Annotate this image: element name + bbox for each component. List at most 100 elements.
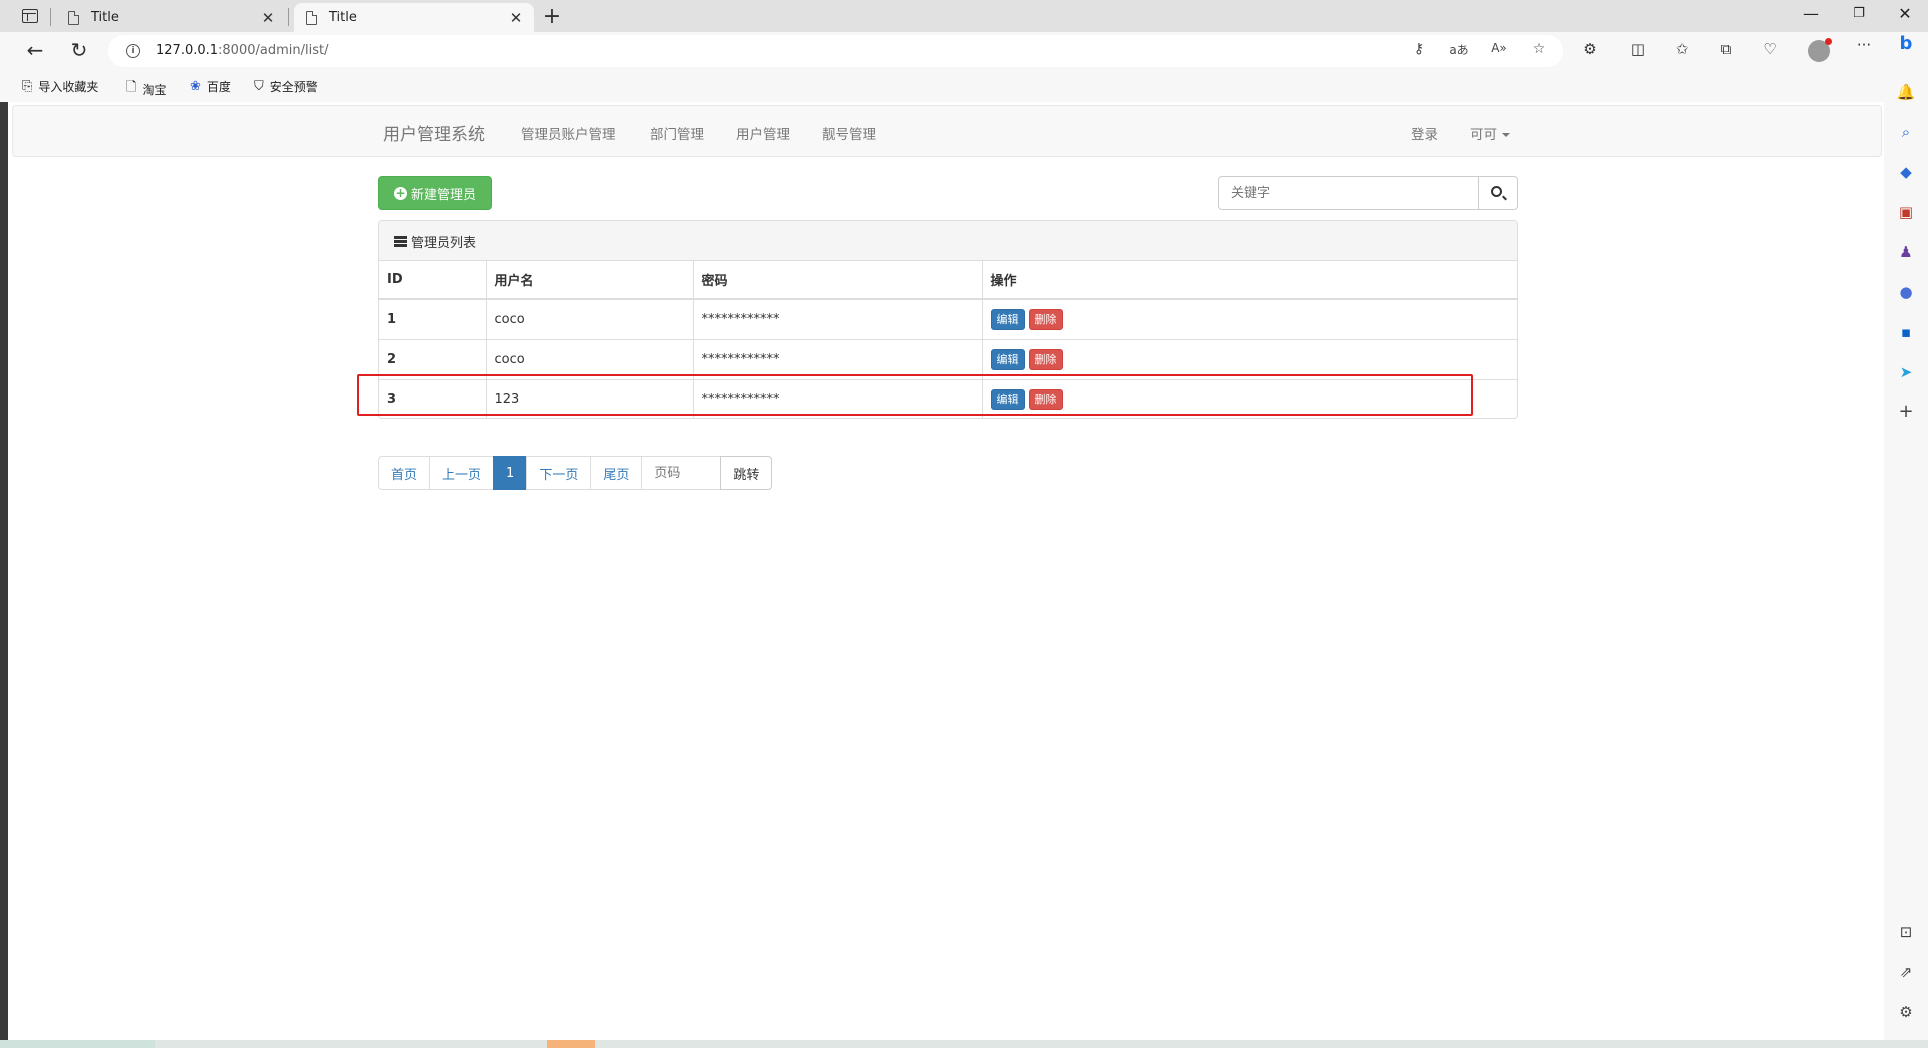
performance-icon[interactable]: ♡ bbox=[1758, 40, 1782, 58]
search-icon bbox=[1491, 186, 1502, 197]
tab-actions-icon[interactable] bbox=[20, 7, 40, 25]
screenshot-icon[interactable]: ⊡ bbox=[1896, 922, 1916, 942]
page-last-link[interactable]: 尾页 bbox=[590, 456, 643, 490]
table-row: 2 coco ************ 编辑 删除 bbox=[379, 338, 1517, 379]
restore-icon[interactable]: ❐ bbox=[1844, 6, 1874, 21]
read-aloud-icon[interactable]: A» bbox=[1488, 41, 1510, 55]
bookmark-taobao[interactable]: 🗋 淘宝 bbox=[126, 78, 166, 100]
column-header-password: 密码 bbox=[692, 261, 982, 300]
edit-button[interactable]: 编辑 bbox=[990, 308, 1025, 330]
add-icon[interactable]: + bbox=[1896, 402, 1916, 422]
bell-icon[interactable]: 🔔 bbox=[1896, 82, 1916, 102]
site-navbar: 用户管理系统 管理员账户管理 部门管理 用户管理 靓号管理 登录 可可 bbox=[12, 105, 1882, 157]
search-input[interactable] bbox=[1218, 176, 1479, 210]
page-first-link[interactable]: 首页 bbox=[378, 456, 431, 490]
favorite-star-icon[interactable]: ☆ bbox=[1528, 41, 1550, 57]
tab-title: Title bbox=[329, 10, 357, 25]
favorites-icon[interactable]: ✩ bbox=[1670, 40, 1694, 58]
external-link-icon[interactable]: ⇗ bbox=[1896, 962, 1916, 982]
table-header-row: ID 用户名 密码 操作 bbox=[379, 261, 1517, 300]
url-box[interactable]: i 127.0.0.1:8000/admin/list/ ⚷ aあ A» ☆ bbox=[108, 35, 1563, 67]
translate-icon[interactable]: aあ bbox=[1448, 41, 1470, 58]
address-bar: ← ↻ i 127.0.0.1:8000/admin/list/ ⚷ aあ A»… bbox=[0, 32, 1928, 70]
nav-login[interactable]: 登录 bbox=[1411, 123, 1438, 143]
key-icon[interactable]: ⚷ bbox=[1408, 41, 1430, 57]
page-next-link[interactable]: 下一页 bbox=[526, 456, 592, 490]
bing-chat-icon[interactable]: b bbox=[1896, 34, 1916, 54]
back-icon[interactable]: ← bbox=[22, 38, 48, 64]
extensions-icon[interactable]: ⚙ bbox=[1578, 40, 1602, 58]
refresh-icon[interactable]: ↻ bbox=[66, 38, 92, 64]
profile-avatar-icon[interactable] bbox=[1808, 38, 1832, 62]
info-icon[interactable]: i bbox=[126, 44, 140, 58]
more-options-icon[interactable]: ··· bbox=[1852, 36, 1876, 54]
browser-tab[interactable]: Title ✕ bbox=[56, 3, 286, 32]
caret-down-icon bbox=[1502, 133, 1510, 137]
page-current[interactable]: 1 bbox=[493, 456, 528, 490]
import-icon: ⎘ bbox=[22, 79, 33, 94]
browser-tab-bar: Title ✕ Title ✕ + — ❐ ✕ bbox=[0, 0, 1928, 32]
nav-users[interactable]: 用户管理 bbox=[736, 123, 790, 143]
shield-icon: ⛉ bbox=[254, 79, 264, 94]
taskbar-strip bbox=[0, 1040, 1928, 1048]
nav-user-dropdown[interactable]: 可可 bbox=[1470, 123, 1510, 143]
left-edge-strip bbox=[0, 102, 8, 1042]
close-icon[interactable]: ✕ bbox=[506, 9, 526, 27]
browser-tab-active[interactable]: Title ✕ bbox=[294, 3, 534, 32]
panel-title: 管理员列表 bbox=[394, 232, 476, 251]
search-button[interactable] bbox=[1478, 176, 1518, 210]
nav-pretty-numbers[interactable]: 靓号管理 bbox=[822, 123, 876, 143]
search-icon[interactable]: ⌕ bbox=[1896, 122, 1916, 142]
panel-heading: 管理员列表 bbox=[379, 221, 1517, 261]
close-icon[interactable]: ✕ bbox=[258, 9, 278, 27]
search-group bbox=[1218, 176, 1518, 210]
column-header-actions: 操作 bbox=[981, 261, 1517, 300]
tag-icon[interactable]: ◆ bbox=[1896, 162, 1916, 182]
drop-icon[interactable]: ➤ bbox=[1896, 362, 1916, 382]
add-admin-button[interactable]: + 新建管理员 bbox=[378, 176, 492, 210]
page-number-input[interactable] bbox=[641, 456, 722, 490]
plus-circle-icon: + bbox=[393, 185, 407, 200]
bookmark-import[interactable]: ⎘ 导入收藏夹 bbox=[22, 78, 98, 95]
page-viewport: 用户管理系统 管理员账户管理 部门管理 用户管理 靓号管理 登录 可可 + 新建… bbox=[8, 102, 1884, 1040]
page-jump-button[interactable]: 跳转 bbox=[720, 456, 773, 490]
office-icon[interactable]: ● bbox=[1896, 282, 1916, 302]
page-icon bbox=[306, 10, 317, 25]
minimize-icon[interactable]: — bbox=[1796, 4, 1826, 23]
url-text[interactable]: 127.0.0.1:8000/admin/list/ bbox=[156, 43, 328, 58]
nav-departments[interactable]: 部门管理 bbox=[650, 123, 704, 143]
collections-icon[interactable]: ⧉ bbox=[1714, 40, 1738, 58]
bookmark-security[interactable]: ⛉ 安全预警 bbox=[254, 78, 318, 95]
cell-actions: 编辑 删除 bbox=[981, 338, 1517, 379]
cell-username: coco bbox=[485, 338, 693, 379]
list-icon bbox=[394, 236, 407, 247]
games-icon[interactable]: ♟ bbox=[1896, 242, 1916, 262]
tab-title: Title bbox=[91, 10, 119, 25]
settings-gear-icon[interactable]: ⚙ bbox=[1896, 1002, 1916, 1022]
outlook-icon[interactable]: ▪ bbox=[1896, 322, 1916, 342]
cell-password: ************ bbox=[692, 338, 982, 379]
edit-button[interactable]: 编辑 bbox=[990, 348, 1025, 370]
cell-actions: 编辑 删除 bbox=[981, 298, 1517, 339]
page-prev-link[interactable]: 上一页 bbox=[429, 456, 495, 490]
brand[interactable]: 用户管理系统 bbox=[383, 120, 485, 145]
page-icon: 🗋 bbox=[126, 80, 137, 95]
page-icon bbox=[68, 10, 79, 25]
highlight-annotation bbox=[357, 374, 1473, 416]
new-tab-icon[interactable]: + bbox=[540, 4, 564, 29]
cell-password: ************ bbox=[692, 298, 982, 339]
bookmark-baidu[interactable]: ❀ 百度 bbox=[190, 78, 231, 95]
delete-button[interactable]: 删除 bbox=[1028, 348, 1063, 370]
close-window-icon[interactable]: ✕ bbox=[1890, 4, 1920, 23]
cell-id: 2 bbox=[379, 338, 486, 379]
edge-sidebar: b 🔔 ⌕ ◆ ▣ ♟ ● ▪ ➤ + ⊡ ⇗ ⚙ bbox=[1884, 32, 1928, 1048]
delete-button[interactable]: 删除 bbox=[1028, 308, 1063, 330]
column-header-id: ID bbox=[379, 261, 486, 300]
baidu-paw-icon: ❀ bbox=[190, 79, 201, 94]
toolbox-icon[interactable]: ▣ bbox=[1896, 202, 1916, 222]
pagination: 首页 上一页 1 下一页 尾页 跳转 bbox=[378, 456, 773, 490]
column-header-username: 用户名 bbox=[485, 261, 693, 300]
nav-admin-accounts[interactable]: 管理员账户管理 bbox=[521, 123, 616, 143]
split-screen-icon[interactable]: ◫ bbox=[1626, 40, 1650, 58]
cell-id: 1 bbox=[379, 298, 486, 339]
